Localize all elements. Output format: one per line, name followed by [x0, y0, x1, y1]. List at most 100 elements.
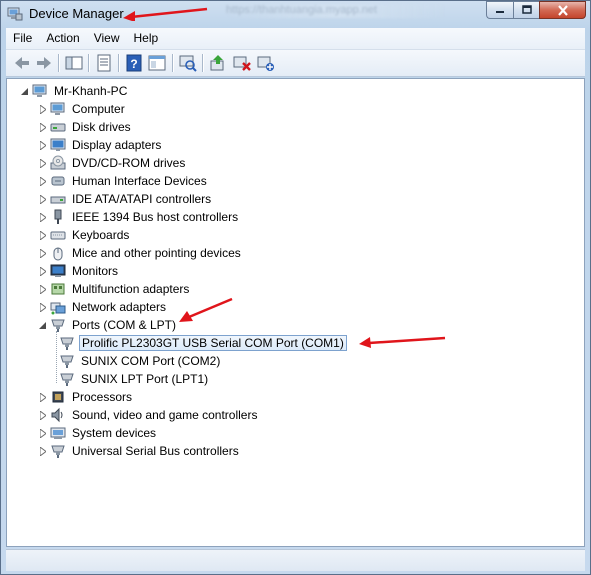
disable-icon[interactable]	[256, 53, 276, 73]
ide-controller-icon	[50, 196, 66, 204]
computer-icon	[32, 84, 47, 97]
tree-item-disk-drives[interactable]: Disk drives	[38, 118, 133, 136]
expand-icon[interactable]	[38, 190, 47, 208]
device-manager-window: Device Manager https://thanhtuangia.myap…	[0, 0, 591, 575]
toolbar-separator	[88, 54, 89, 72]
expand-icon[interactable]	[38, 424, 47, 442]
maximize-button[interactable]	[513, 1, 539, 19]
minimize-button[interactable]	[486, 1, 513, 19]
hid-icon	[51, 176, 65, 186]
expand-icon[interactable]	[38, 172, 47, 190]
console-tree-icon[interactable]	[64, 53, 84, 73]
tree-item-usb[interactable]: Universal Serial Bus controllers	[38, 442, 241, 460]
expand-icon[interactable]	[38, 244, 47, 262]
tree-item-label: Monitors	[72, 264, 119, 278]
expand-icon[interactable]	[38, 388, 47, 406]
tree-connector-line	[56, 331, 58, 383]
expand-icon[interactable]	[38, 226, 47, 244]
expand-icon[interactable]	[38, 262, 47, 280]
expand-icon[interactable]	[38, 208, 47, 226]
collapse-icon[interactable]	[38, 316, 47, 334]
tree-item-hid[interactable]: Human Interface Devices	[38, 172, 209, 190]
tree-item-label: Computer	[72, 102, 125, 116]
mouse-icon	[53, 247, 63, 261]
expand-icon[interactable]	[38, 298, 47, 316]
tree-item-sunix-lpt1[interactable]: SUNIX LPT Port (LPT1)	[59, 370, 210, 388]
forward-icon[interactable]	[34, 53, 54, 73]
toolbar-separator	[202, 54, 203, 72]
properties-icon[interactable]	[94, 53, 114, 73]
tree-item-label: SUNIX LPT Port (LPT1)	[81, 372, 209, 386]
back-icon[interactable]	[12, 53, 32, 73]
expand-icon[interactable]	[38, 154, 47, 172]
tree-item-label: Display adapters	[72, 138, 162, 152]
port-icon	[60, 337, 74, 350]
usb-controller-icon	[51, 445, 65, 458]
toolbar: ?	[6, 50, 585, 77]
tree-item-monitors[interactable]: Monitors	[38, 262, 120, 280]
tree-item-label: Mice and other pointing devices	[72, 246, 241, 260]
tree-item-label: DVD/CD-ROM drives	[72, 156, 186, 170]
annotation-arrow-title	[123, 7, 208, 21]
svg-text:?: ?	[130, 57, 137, 71]
tree-item-label: SUNIX COM Port (COM2)	[81, 354, 221, 368]
device-tree: Mr-Khanh-PC Computer Disk drives Display…	[6, 78, 585, 547]
tree-item-label: Human Interface Devices	[72, 174, 207, 188]
tree-item-label: IEEE 1394 Bus host controllers	[72, 210, 239, 224]
tree-item-label: Processors	[72, 390, 133, 404]
tree-item-label: Universal Serial Bus controllers	[72, 444, 239, 458]
menu-help[interactable]: Help	[127, 29, 166, 48]
toolbar-separator	[118, 54, 119, 72]
network-adapter-icon	[50, 302, 66, 315]
update-driver-icon[interactable]	[208, 53, 228, 73]
tree-item-computer[interactable]: Computer	[38, 100, 127, 118]
tree-item-label: Network adapters	[72, 300, 167, 314]
scan-hardware-icon[interactable]	[178, 53, 198, 73]
tree-item-dvd-drives[interactable]: DVD/CD-ROM drives	[38, 154, 187, 172]
tree-item-mice[interactable]: Mice and other pointing devices	[38, 244, 243, 262]
menu-action[interactable]: Action	[39, 29, 86, 48]
expand-icon[interactable]	[38, 406, 47, 424]
expand-icon[interactable]	[38, 280, 47, 298]
tree-item-display-adapters[interactable]: Display adapters	[38, 136, 163, 154]
window-title: Device Manager	[29, 6, 124, 21]
expand-icon[interactable]	[38, 442, 47, 460]
uninstall-icon[interactable]	[232, 53, 252, 73]
ieee1394-icon	[54, 209, 62, 224]
tree-item-ports[interactable]: Ports (COM & LPT)	[38, 316, 178, 334]
menu-view[interactable]: View	[87, 29, 127, 48]
minimize-icon	[496, 11, 504, 13]
tree-item-system[interactable]: System devices	[38, 424, 158, 442]
expand-icon[interactable]	[38, 136, 47, 154]
annotation-arrow-ports	[179, 297, 233, 322]
monitor-icon	[50, 264, 66, 277]
tree-item-label: Keyboards	[72, 228, 130, 242]
dvd-drive-icon	[50, 155, 66, 170]
tree-item-multifunction[interactable]: Multifunction adapters	[38, 280, 191, 298]
caption-buttons	[486, 1, 586, 19]
tree-item-label: System devices	[72, 426, 157, 440]
blurred-url: https://thanhtuangia.myapp.net	[226, 4, 446, 18]
tree-item-label: IDE ATA/ATAPI controllers	[72, 192, 212, 206]
help-icon[interactable]: ?	[124, 53, 144, 73]
tree-item-sound[interactable]: Sound, video and game controllers	[38, 406, 259, 424]
tree-item-sunix-com2[interactable]: SUNIX COM Port (COM2)	[59, 352, 222, 370]
tree-item-prolific-com1[interactable]: Prolific PL2303GT USB Serial COM Port (C…	[59, 334, 347, 352]
tree-item-label: Disk drives	[72, 120, 131, 134]
display-adapter-icon	[50, 138, 66, 151]
tree-item-keyboards[interactable]: Keyboards	[38, 226, 131, 244]
tree-item-processors[interactable]: Processors	[38, 388, 134, 406]
title-bar[interactable]: Device Manager https://thanhtuangia.myap…	[1, 1, 590, 27]
view-icon[interactable]	[147, 53, 167, 73]
close-button[interactable]	[539, 1, 586, 19]
tree-item-ide[interactable]: IDE ATA/ATAPI controllers	[38, 190, 213, 208]
collapse-icon[interactable]	[20, 82, 29, 100]
menu-file[interactable]: File	[6, 29, 39, 48]
expand-icon[interactable]	[38, 100, 47, 118]
tree-item-ieee1394[interactable]: IEEE 1394 Bus host controllers	[38, 208, 240, 226]
tree-item-network[interactable]: Network adapters	[38, 298, 168, 316]
tree-root[interactable]: Mr-Khanh-PC	[20, 82, 129, 100]
port-icon	[51, 319, 65, 332]
expand-icon[interactable]	[38, 118, 47, 136]
annotation-arrow-com1	[359, 336, 446, 348]
